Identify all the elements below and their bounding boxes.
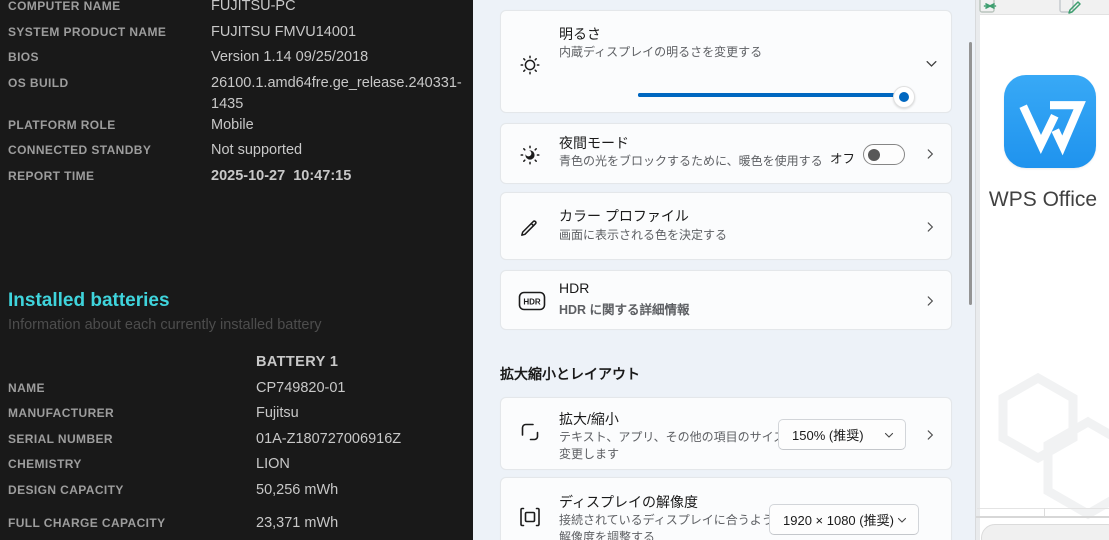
row-label: CHEMISTRY bbox=[8, 454, 256, 471]
row-label: SERIAL NUMBER bbox=[8, 429, 256, 446]
table-row: BIOS Version 1.14 09/25/2018 bbox=[8, 47, 467, 73]
table-row: SERIAL NUMBER 01A-Z180727006916Z bbox=[8, 429, 467, 455]
resolution-subtitle-line2: 解像度を調整する bbox=[559, 528, 655, 540]
installed-batteries-subtitle: Information about each currently install… bbox=[8, 317, 322, 333]
row-value: FUJITSU FMVU14001 bbox=[211, 22, 467, 43]
row-value: Not supported bbox=[211, 140, 467, 161]
wps-office-app-icon[interactable] bbox=[1004, 75, 1096, 168]
row-value: 23,371 mWh bbox=[256, 513, 467, 534]
row-value: 01A-Z180727006916Z bbox=[256, 429, 467, 450]
table-edit-icon[interactable] bbox=[1058, 0, 1082, 14]
table-header-row: BATTERY 1 bbox=[8, 352, 467, 378]
row-value: FUJITSU-PC bbox=[211, 0, 467, 17]
table-row: SYSTEM PRODUCT NAME FUJITSU FMVU14001 bbox=[8, 22, 467, 48]
table-row: PLATFORM ROLE Mobile bbox=[8, 115, 467, 141]
system-info-table: COMPUTER NAME FUJITSU-PC SYSTEM PRODUCT … bbox=[8, 0, 467, 191]
row-label bbox=[8, 352, 256, 355]
row-value: Fujitsu bbox=[256, 403, 467, 424]
row-label: FULL CHARGE CAPACITY bbox=[8, 513, 256, 530]
scale-icon bbox=[518, 420, 542, 444]
resolution-subtitle-line1: 接続されているディスプレイに合うように bbox=[559, 511, 786, 528]
right-window: WPS Office bbox=[975, 0, 1109, 540]
row-value: 50,256 mWh bbox=[256, 480, 467, 501]
row-value: Mobile bbox=[211, 115, 467, 136]
resolution-icon bbox=[518, 505, 542, 529]
hexagon-watermark bbox=[976, 360, 1109, 540]
row-label: SYSTEM PRODUCT NAME bbox=[8, 22, 211, 39]
scale-dropdown[interactable]: 150% (推奨) bbox=[778, 419, 906, 450]
table-row: REPORT TIME 2025-10-27 10:47:15 bbox=[8, 166, 467, 192]
table-row: NAME CP749820-01 bbox=[8, 378, 467, 404]
table-row: CONNECTED STANDBY Not supported bbox=[8, 140, 467, 166]
table-formula-icon[interactable] bbox=[978, 0, 1002, 14]
table-row: FULL CHARGE CAPACITY 23,371 mWh bbox=[8, 513, 467, 539]
scale-dropdown-value: 150% (推奨) bbox=[792, 425, 864, 444]
scale-subtitle-line2: 変更します bbox=[559, 445, 619, 462]
row-label: NAME bbox=[8, 378, 256, 395]
battery-table: BATTERY 1 NAME CP749820-01 MANUFACTURER … bbox=[8, 352, 467, 539]
bottom-pill-panel bbox=[981, 524, 1109, 540]
resolution-dropdown[interactable]: 1920 × 1080 (推奨) bbox=[769, 504, 919, 535]
row-label: REPORT TIME bbox=[8, 166, 211, 183]
settings-lower-group: 拡大/縮小 テキスト、アプリ、その他の項目のサイズを 変更します 150% (推… bbox=[473, 0, 975, 540]
row-value: LION bbox=[256, 454, 467, 475]
screen: COMPUTER NAME FUJITSU-PC SYSTEM PRODUCT … bbox=[0, 0, 1109, 540]
battery-report-panel: COMPUTER NAME FUJITSU-PC SYSTEM PRODUCT … bbox=[0, 0, 473, 540]
bottom-divider-tick bbox=[1044, 508, 1045, 516]
resolution-dropdown-value: 1920 × 1080 (推奨) bbox=[783, 510, 894, 529]
row-label: PLATFORM ROLE bbox=[8, 115, 211, 132]
resolution-card[interactable]: ディスプレイの解像度 接続されているディスプレイに合うように 解像度を調整する … bbox=[500, 477, 952, 540]
row-value: 26100.1.amd64fre.ge_release.240331-1435 bbox=[211, 73, 467, 115]
settings-scrollbar[interactable] bbox=[969, 42, 972, 305]
battery-column-header: BATTERY 1 bbox=[256, 352, 467, 373]
resolution-title: ディスプレイの解像度 bbox=[559, 492, 698, 512]
chevron-right-icon[interactable] bbox=[923, 428, 937, 442]
table-row: MANUFACTURER Fujitsu bbox=[8, 403, 467, 429]
row-label: DESIGN CAPACITY bbox=[8, 480, 256, 497]
row-label: OS BUILD bbox=[8, 73, 211, 90]
row-label: CONNECTED STANDBY bbox=[8, 140, 211, 157]
table-row: CHEMISTRY LION bbox=[8, 454, 467, 480]
scale-title: 拡大/縮小 bbox=[559, 409, 619, 429]
chevron-down-icon bbox=[883, 429, 895, 441]
chevron-down-icon bbox=[896, 514, 908, 526]
row-label: MANUFACTURER bbox=[8, 403, 256, 420]
table-row: DESIGN CAPACITY 50,256 mWh bbox=[8, 480, 467, 506]
row-value: CP749820-01 bbox=[256, 378, 467, 399]
installed-batteries-heading: Installed batteries bbox=[8, 290, 170, 312]
report-time-value: 2025-10-27 10:47:15 bbox=[211, 166, 467, 187]
scale-subtitle-line1: テキスト、アプリ、その他の項目のサイズを bbox=[559, 428, 797, 445]
row-value: Version 1.14 09/25/2018 bbox=[211, 47, 467, 68]
bottom-divider bbox=[977, 508, 1109, 509]
row-label: COMPUTER NAME bbox=[8, 0, 211, 13]
scale-card[interactable]: 拡大/縮小 テキスト、アプリ、その他の項目のサイズを 変更します 150% (推… bbox=[500, 397, 952, 470]
row-label: BIOS bbox=[8, 47, 211, 64]
table-row: OS BUILD 26100.1.amd64fre.ge_release.240… bbox=[8, 73, 467, 115]
bottom-divider bbox=[976, 516, 1109, 518]
wps-office-label: WPS Office bbox=[976, 188, 1109, 212]
table-row: COMPUTER NAME FUJITSU-PC bbox=[8, 0, 467, 22]
